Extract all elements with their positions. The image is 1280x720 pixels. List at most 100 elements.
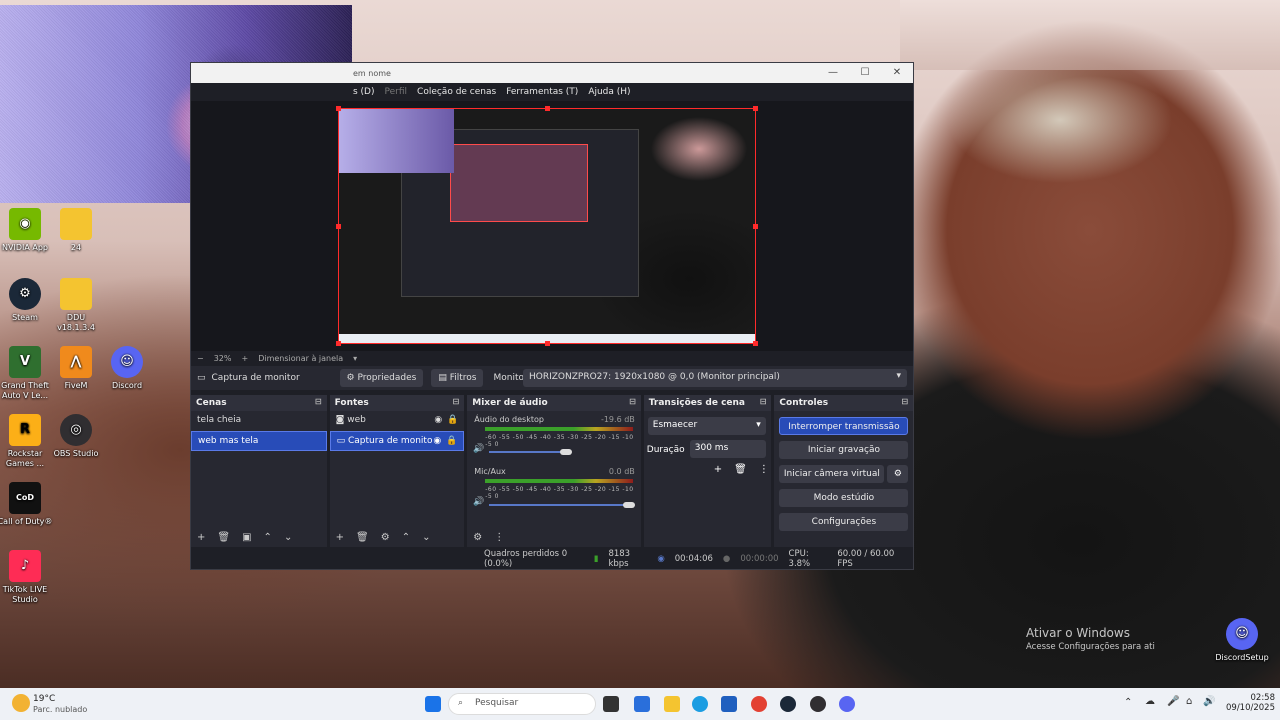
speaker-icon[interactable]: 🔊 bbox=[473, 444, 484, 454]
preview-canvas[interactable] bbox=[336, 106, 758, 346]
chevron-up-icon[interactable]: ⌃ bbox=[402, 532, 410, 543]
add-icon[interactable]: + bbox=[714, 464, 722, 475]
zoom-in-icon[interactable]: + bbox=[241, 354, 248, 363]
desktop-icon-discord[interactable]: ☺ Discord bbox=[99, 346, 155, 391]
volume-slider[interactable] bbox=[489, 504, 630, 506]
duration-input[interactable]: 300 ms bbox=[689, 440, 766, 458]
gear-icon[interactable]: ⚙ bbox=[473, 532, 482, 543]
desktop-icon-discordsetup[interactable]: ☺ DiscordSetup bbox=[1214, 618, 1270, 663]
dock-menu-icon[interactable]: ⊟ bbox=[453, 397, 460, 406]
search-input[interactable]: ⌕ Pesquisar bbox=[448, 693, 596, 715]
mic-icon[interactable]: 🎤 bbox=[1167, 696, 1179, 707]
menu-item-profile[interactable]: Perfil bbox=[385, 87, 408, 97]
resize-handle[interactable] bbox=[545, 341, 550, 346]
windows-start-icon[interactable] bbox=[425, 696, 441, 712]
scene-item[interactable]: tela cheia bbox=[191, 411, 327, 431]
volume-knob[interactable] bbox=[560, 449, 573, 455]
desktop-icon-gta[interactable]: V Grand Theft Auto V Le... bbox=[0, 346, 53, 401]
resize-handle[interactable] bbox=[336, 224, 341, 229]
source-item[interactable]: ◙ web ◉ 🔒 bbox=[330, 411, 465, 431]
chevron-down-icon[interactable]: ⌄ bbox=[284, 532, 292, 543]
studio-mode-button[interactable]: Modo estúdio bbox=[779, 489, 909, 507]
trash-icon[interactable]: 🗑 bbox=[734, 464, 747, 475]
volume-slider[interactable] bbox=[489, 451, 567, 453]
filters-button[interactable]: ▤ Filtros bbox=[431, 369, 484, 387]
speaker-icon[interactable]: 🔊 bbox=[473, 497, 484, 507]
properties-button[interactable]: ⚙ Propriedades bbox=[339, 369, 424, 387]
maximize-icon[interactable]: ☐ bbox=[849, 63, 881, 83]
scene-item-selected[interactable]: web mas tela bbox=[191, 431, 327, 451]
trash-icon[interactable]: 🗑 bbox=[356, 532, 369, 543]
eye-icon[interactable]: ◉ bbox=[433, 436, 441, 446]
start-recording-button[interactable]: Iniciar gravação bbox=[779, 441, 909, 459]
edge-icon[interactable] bbox=[692, 696, 708, 712]
stop-streaming-button[interactable]: Interromper transmissão bbox=[779, 417, 909, 435]
desktop-icon-folder-24[interactable]: 24 bbox=[48, 208, 104, 253]
cloud-icon[interactable]: ☁ bbox=[1145, 696, 1155, 707]
menu-item-help[interactable]: Ajuda (H) bbox=[588, 87, 630, 97]
network-icon[interactable]: ⌂ bbox=[1186, 696, 1192, 707]
chevron-down-icon[interactable]: ⌄ bbox=[422, 532, 430, 543]
settings-button[interactable]: Configurações bbox=[779, 513, 909, 531]
store-icon[interactable] bbox=[721, 696, 737, 712]
eye-icon[interactable]: ◉ bbox=[434, 415, 442, 425]
chevron-down-icon[interactable]: ▾ bbox=[353, 354, 357, 363]
preview-area[interactable] bbox=[191, 101, 913, 351]
desktop-icon-nvidia[interactable]: ◉ NVIDIA App bbox=[0, 208, 53, 253]
resize-handle[interactable] bbox=[336, 341, 341, 346]
desktop-icon-cod[interactable]: CoD Call of Duty® bbox=[0, 482, 53, 527]
volume-knob[interactable] bbox=[623, 502, 636, 508]
lock-icon[interactable]: 🔒 bbox=[446, 436, 457, 446]
volume-icon[interactable]: 🔊 bbox=[1203, 696, 1215, 707]
task-view-icon[interactable] bbox=[603, 696, 619, 712]
menu-item-scene[interactable]: s (D) bbox=[353, 87, 375, 97]
monitor-select[interactable]: HORIZONZPRO27: 1920x1080 @ 0,0 (Monitor … bbox=[523, 369, 907, 387]
zoom-out-icon[interactable]: − bbox=[197, 354, 204, 363]
menu-item-scene-collection[interactable]: Coleção de cenas bbox=[417, 87, 496, 97]
source-item-selected[interactable]: ▭ Captura de monito ◉ 🔒 bbox=[329, 431, 465, 451]
dock-menu-icon[interactable]: ⊟ bbox=[901, 397, 908, 406]
widgets-icon[interactable] bbox=[634, 696, 650, 712]
dock-menu-icon[interactable]: ⊟ bbox=[760, 397, 767, 406]
obs-titlebar[interactable]: em nome — ☐ ✕ bbox=[191, 63, 913, 83]
desktop-icon-rockstar[interactable]: R Rockstar Games ... bbox=[0, 414, 53, 469]
resize-handle[interactable] bbox=[753, 106, 758, 111]
dock-menu-icon[interactable]: ⊟ bbox=[315, 397, 322, 406]
gear-icon[interactable]: ⚙ bbox=[381, 532, 390, 543]
weather-icon[interactable] bbox=[12, 694, 30, 712]
desktop-icon-steam[interactable]: ⚙ Steam bbox=[0, 278, 53, 323]
desktop-icon-fivem[interactable]: ⋀ FiveM bbox=[48, 346, 104, 391]
zoom-mode[interactable]: Dimensionar à janela bbox=[258, 354, 343, 363]
desktop-icon-obs[interactable]: ◎ OBS Studio bbox=[48, 414, 104, 459]
resize-handle[interactable] bbox=[753, 224, 758, 229]
resize-handle[interactable] bbox=[545, 106, 550, 111]
gear-icon[interactable]: ⚙ bbox=[887, 465, 909, 483]
scene-filter-icon[interactable]: ▣ bbox=[242, 532, 251, 543]
resize-handle[interactable] bbox=[753, 341, 758, 346]
trash-icon[interactable]: 🗑 bbox=[217, 532, 230, 543]
more-icon[interactable]: ⋮ bbox=[494, 532, 504, 543]
chevron-up-icon[interactable]: ⌃ bbox=[1124, 697, 1132, 708]
menu-item-tools[interactable]: Ferramentas (T) bbox=[506, 87, 578, 97]
minimize-icon[interactable]: — bbox=[817, 63, 849, 83]
steam-icon[interactable] bbox=[780, 696, 796, 712]
obs-icon[interactable] bbox=[810, 696, 826, 712]
add-icon[interactable]: + bbox=[197, 532, 205, 543]
desktop-icon-ddu[interactable]: DDU v18.1.3.4 bbox=[48, 278, 104, 333]
weather-temp[interactable]: 19°C bbox=[33, 694, 55, 704]
dock-menu-icon[interactable]: ⊟ bbox=[629, 397, 636, 406]
close-icon[interactable]: ✕ bbox=[881, 63, 913, 83]
chrome-icon[interactable] bbox=[751, 696, 767, 712]
lock-icon[interactable]: 🔒 bbox=[447, 415, 458, 425]
start-virtual-camera-button[interactable]: Iniciar câmera virtual bbox=[779, 465, 885, 483]
resize-handle[interactable] bbox=[336, 106, 341, 111]
clock[interactable]: 02:58 09/10/2025 bbox=[1226, 693, 1275, 713]
add-icon[interactable]: + bbox=[336, 532, 344, 543]
desktop-icon-tiktok[interactable]: ♪ TikTok LIVE Studio bbox=[0, 550, 53, 605]
more-icon[interactable]: ⋮ bbox=[759, 464, 769, 475]
file-explorer-icon[interactable] bbox=[664, 696, 680, 712]
discord-icon[interactable] bbox=[839, 696, 855, 712]
transition-select[interactable]: Esmaecer ▾ bbox=[647, 417, 766, 435]
obs-window[interactable]: em nome — ☐ ✕ s (D) Perfil Coleção de ce… bbox=[190, 62, 914, 570]
chevron-up-icon[interactable]: ⌃ bbox=[264, 532, 272, 543]
